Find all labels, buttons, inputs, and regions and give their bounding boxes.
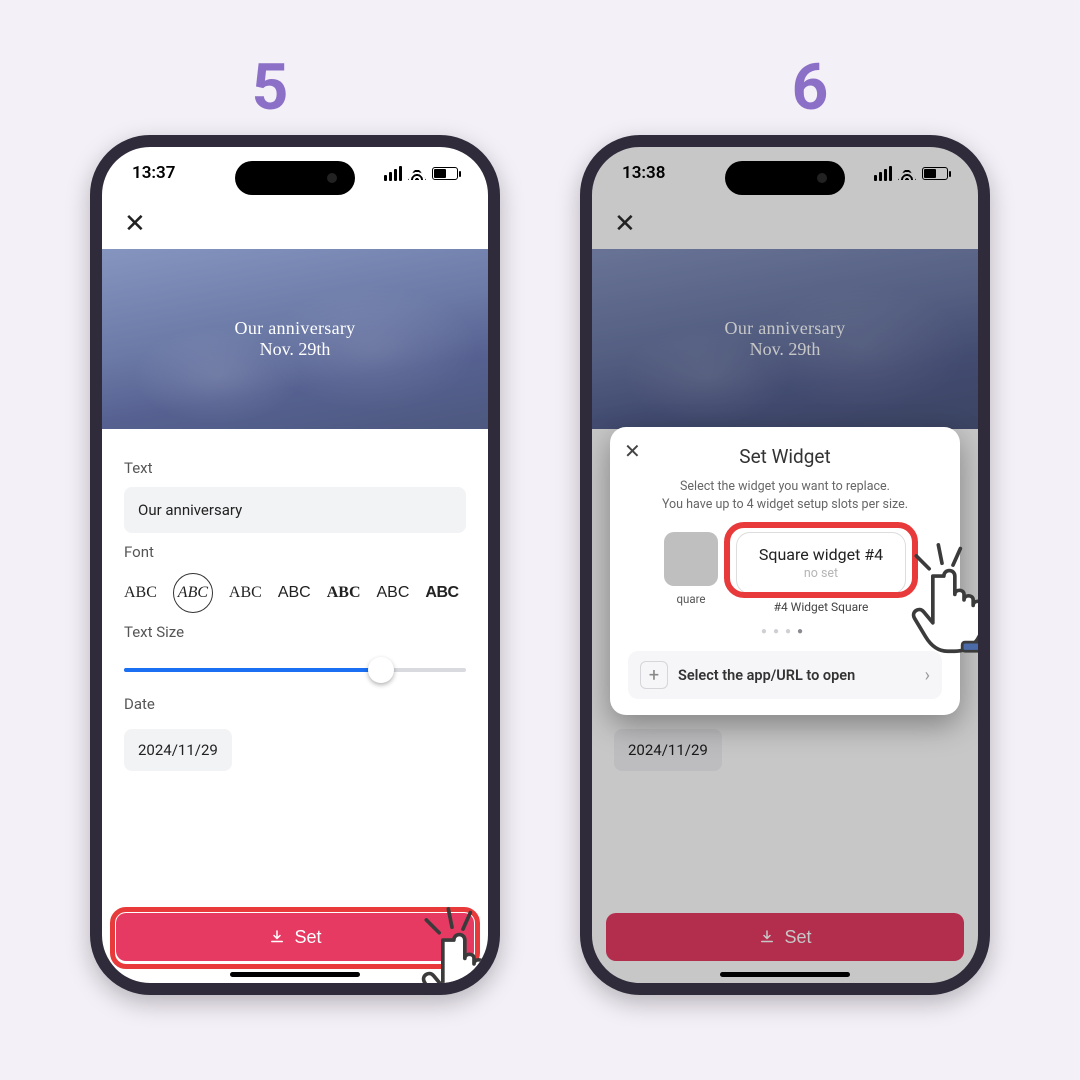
status-time: 13:37: [132, 163, 175, 183]
status-time: 13:38: [622, 163, 665, 183]
preview-title: Our anniversary: [235, 318, 356, 339]
font-picker[interactable]: ABC ABC ABC ABC ABC ABC ABC ABC: [124, 573, 466, 613]
select-app-button[interactable]: + Select the app/URL to open ›: [628, 651, 942, 699]
font-option[interactable]: ABC: [278, 584, 311, 602]
widget-form: Text Our anniversary Font ABC ABC ABC AB…: [102, 429, 488, 791]
home-indicator: [230, 972, 360, 977]
step-6-label: 6: [792, 50, 829, 125]
font-option[interactable]: ABC: [124, 584, 157, 602]
text-input[interactable]: Our anniversary: [124, 487, 466, 533]
step-numbers: 5 6: [0, 0, 1080, 125]
plus-icon: +: [640, 661, 668, 689]
modal-subtitle: Select the widget you want to replace.Yo…: [628, 478, 942, 514]
cellular-icon: [384, 166, 402, 181]
font-option[interactable]: ABC: [327, 584, 361, 602]
dynamic-island: [725, 161, 845, 195]
font-label: Font: [124, 543, 466, 561]
font-option[interactable]: ABC: [229, 584, 262, 602]
modal-title: Set Widget: [628, 445, 942, 468]
widget-preview: Our anniversary Nov. 29th: [102, 249, 488, 429]
wifi-icon: [898, 166, 916, 180]
text-size-slider[interactable]: [124, 655, 466, 685]
battery-icon: [922, 167, 948, 180]
slot-caption: #4 Widget Square: [774, 600, 869, 614]
phone-step-5: 13:37 ✕ Our anniversary Nov. 29th Text O…: [90, 135, 500, 995]
close-button[interactable]: ✕: [614, 209, 636, 239]
page-dots: ●●●●: [628, 626, 942, 637]
slot-title: Square widget #4: [745, 545, 897, 564]
chevron-right-icon: ›: [925, 665, 930, 686]
battery-icon: [432, 167, 458, 180]
close-button[interactable]: ✕: [124, 209, 146, 239]
select-app-label: Select the app/URL to open: [678, 667, 915, 684]
widget-slot-prev[interactable]: quare: [664, 532, 718, 606]
step-5-label: 5: [252, 50, 289, 125]
home-indicator: [720, 972, 850, 977]
font-option-selected[interactable]: ABC: [173, 573, 213, 613]
preview-date: Nov. 29th: [260, 339, 331, 360]
text-size-label: Text Size: [124, 623, 466, 641]
slot-status: no set: [745, 566, 897, 581]
wifi-icon: [408, 166, 426, 180]
phone-step-6: 13:38 ✕ Our anniversary Nov. 29th Text O…: [580, 135, 990, 995]
cellular-icon: [874, 166, 892, 181]
font-option[interactable]: ABC: [377, 584, 410, 602]
font-option[interactable]: ABC: [425, 584, 458, 602]
widget-thumb-icon: [664, 532, 718, 586]
set-button-label: Set: [294, 927, 321, 948]
date-label: Date: [124, 695, 466, 713]
date-input[interactable]: 2024/11/29: [124, 729, 232, 771]
modal-close-button[interactable]: ✕: [624, 439, 641, 463]
text-label: Text: [124, 459, 466, 477]
set-button[interactable]: Set: [116, 913, 474, 961]
download-icon: [268, 928, 286, 946]
widget-slot-4[interactable]: Square widget #4 no set #4 Widget Square: [736, 532, 906, 614]
dynamic-island: [235, 161, 355, 195]
set-widget-modal: ✕ Set Widget Select the widget you want …: [610, 427, 960, 715]
